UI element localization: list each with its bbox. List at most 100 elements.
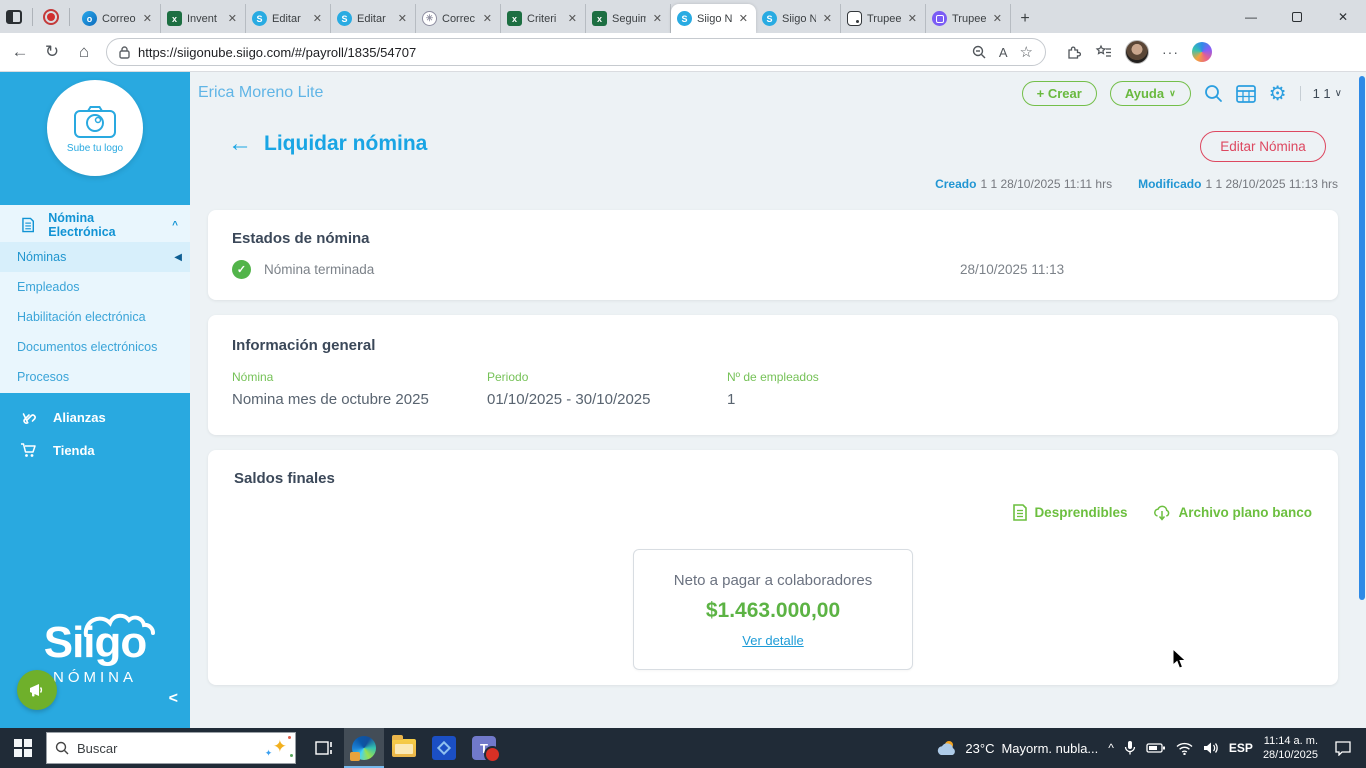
language-indicator[interactable]: ESP: [1229, 741, 1253, 755]
close-tab-icon[interactable]: ✕: [141, 12, 154, 25]
action-center-button[interactable]: [1328, 728, 1358, 768]
divider: [69, 8, 70, 26]
back-icon[interactable]: ←: [10, 42, 30, 62]
tab-siigo-nomina-2[interactable]: S Siigo N ✕: [756, 4, 841, 33]
collapse-sidebar-icon[interactable]: <: [169, 690, 178, 708]
taskbar-teams-button[interactable]: T: [464, 728, 504, 768]
close-tab-icon[interactable]: ✕: [566, 12, 579, 25]
browser-menu-icon[interactable]: ···: [1162, 44, 1179, 60]
close-window-button[interactable]: ✕: [1320, 0, 1366, 33]
restore-button[interactable]: [1274, 0, 1320, 33]
sidebar-item-label: Habilitación electrónica: [17, 310, 146, 324]
workspaces-icon[interactable]: [6, 10, 22, 24]
sidebar-link-label: Tienda: [53, 443, 95, 458]
minimize-button[interactable]: —: [1228, 0, 1274, 33]
tab-criterios[interactable]: x Criteri ✕: [501, 4, 586, 33]
field-value: 1: [727, 391, 819, 408]
tab-siigo-nomina-active[interactable]: S Siigo N ✕: [671, 4, 756, 33]
profile-avatar[interactable]: [1125, 40, 1149, 64]
taskbar-edge-button[interactable]: [344, 728, 384, 768]
sidebar-item-empleados[interactable]: Empleados: [0, 272, 190, 302]
close-tab-icon[interactable]: ✕: [396, 12, 409, 25]
volume-icon[interactable]: [1203, 741, 1219, 755]
ayuda-button[interactable]: Ayuda ∨: [1110, 81, 1191, 106]
start-button[interactable]: [0, 728, 46, 768]
ver-detalle-link[interactable]: Ver detalle: [742, 633, 803, 648]
close-tab-icon[interactable]: ✕: [311, 12, 324, 25]
search-icon[interactable]: [1204, 84, 1223, 103]
sidebar-item-procesos[interactable]: Procesos: [0, 362, 190, 392]
tab-trupee-1[interactable]: Trupee ✕: [841, 4, 926, 33]
sidebar-item-documentos[interactable]: Documentos electrónicos: [0, 332, 190, 362]
upload-logo-button[interactable]: Sube tu logo: [47, 80, 143, 176]
tab-correo[interactable]: o Correo ✕: [76, 4, 161, 33]
wifi-icon[interactable]: [1176, 742, 1193, 755]
sidebar-item-nominas[interactable]: Nóminas ◀: [0, 242, 190, 272]
refresh-icon[interactable]: ↻: [42, 42, 62, 62]
link-icon: [20, 410, 37, 425]
estados-card: Estados de nómina ✓ Nómina terminada 28/…: [208, 210, 1338, 300]
estados-title: Estados de nómina: [232, 230, 1314, 247]
taskbar-app-button[interactable]: [424, 728, 464, 768]
taskbar-explorer-button[interactable]: [384, 728, 424, 768]
diamond-app-icon: [432, 736, 456, 760]
favorite-star-icon[interactable]: ☆: [1020, 43, 1033, 61]
show-hidden-icons[interactable]: ^: [1108, 741, 1114, 755]
copilot-sparkle-icon: ✦✦: [273, 737, 287, 757]
teams-icon: T: [472, 736, 496, 760]
desprendibles-link[interactable]: Desprendibles: [1013, 504, 1127, 521]
tab-inventario[interactable]: x Invent ✕: [161, 4, 246, 33]
taskbar-clock[interactable]: 11:14 a. m. 28/10/2025: [1263, 734, 1318, 762]
copilot-icon[interactable]: [1192, 42, 1212, 62]
settings-gear-icon[interactable]: ⚙: [1269, 81, 1287, 106]
close-tab-icon[interactable]: ✕: [991, 12, 1004, 25]
close-tab-icon[interactable]: ✕: [737, 12, 750, 25]
close-tab-icon[interactable]: ✕: [481, 12, 494, 25]
archivo-plano-banco-link[interactable]: Archivo plano banco: [1153, 504, 1312, 521]
zoom-out-icon[interactable]: [972, 45, 987, 60]
recording-indicator-icon[interactable]: [43, 9, 59, 25]
tab-trupee-2[interactable]: Trupee ✕: [926, 4, 1011, 33]
search-placeholder: Buscar: [77, 741, 117, 756]
tab-editar-1[interactable]: S Editar ✕: [246, 4, 331, 33]
collections-icon[interactable]: [1095, 44, 1112, 60]
close-tab-icon[interactable]: ✕: [906, 12, 919, 25]
close-tab-icon[interactable]: ✕: [651, 12, 664, 25]
tab-correccion[interactable]: ✳ Correc ✕: [416, 4, 501, 33]
page-scrollbar[interactable]: [1359, 76, 1365, 600]
close-tab-icon[interactable]: ✕: [821, 12, 834, 25]
siigo-icon: S: [762, 11, 777, 26]
status-row: ✓ Nómina terminada 28/10/2025 11:13: [232, 260, 1314, 279]
weather-widget[interactable]: 23°C Mayorm. nubla...: [936, 739, 1098, 757]
sidebar-item-habilitacion[interactable]: Habilitación electrónica: [0, 302, 190, 332]
mouse-cursor: [1172, 648, 1188, 670]
announcements-button[interactable]: [17, 670, 57, 710]
sidebar-section-nomina-electronica[interactable]: Nómina Electrónica ^: [0, 210, 190, 240]
extensions-icon[interactable]: [1066, 44, 1082, 60]
address-bar[interactable]: https://siigonube.siigo.com/#/payroll/18…: [106, 38, 1046, 66]
read-aloud-icon[interactable]: A: [999, 45, 1008, 60]
editar-nomina-button[interactable]: Editar Nómina: [1200, 131, 1326, 162]
back-arrow-icon[interactable]: ←: [228, 133, 252, 155]
notifications-badge[interactable]: 1 1 ∨: [1300, 86, 1342, 101]
field-label: Nº de empleados: [727, 370, 819, 384]
task-view-button[interactable]: [304, 728, 344, 768]
taskbar: Buscar ✦✦ T 23°C Mayorm. nubla... ^: [0, 728, 1366, 768]
home-icon[interactable]: ⌂: [74, 42, 94, 62]
new-tab-button[interactable]: +: [1011, 5, 1039, 33]
sidebar-link-alianzas[interactable]: Alianzas: [0, 401, 190, 434]
screen: o Correo ✕ x Invent ✕ S Editar ✕ S Edita…: [0, 0, 1366, 768]
main-content: Erica Moreno Lite + Crear Ayuda ∨ ⚙ 1 1 …: [190, 72, 1366, 728]
crear-button[interactable]: + Crear: [1022, 81, 1097, 106]
microphone-icon[interactable]: [1124, 740, 1136, 756]
document-icon: [22, 217, 34, 233]
taskbar-search[interactable]: Buscar ✦✦: [46, 732, 296, 764]
tab-editar-2[interactable]: S Editar ✕: [331, 4, 416, 33]
battery-icon[interactable]: [1146, 742, 1166, 754]
tab-seguimiento[interactable]: x Seguim ✕: [586, 4, 671, 33]
sidebar-link-tienda[interactable]: Tienda: [0, 434, 190, 467]
close-tab-icon[interactable]: ✕: [226, 12, 239, 25]
sidebar-item-label: Procesos: [17, 370, 69, 384]
url-text[interactable]: https://siigonube.siigo.com/#/payroll/18…: [138, 45, 964, 60]
calendar-icon[interactable]: [1236, 84, 1256, 103]
